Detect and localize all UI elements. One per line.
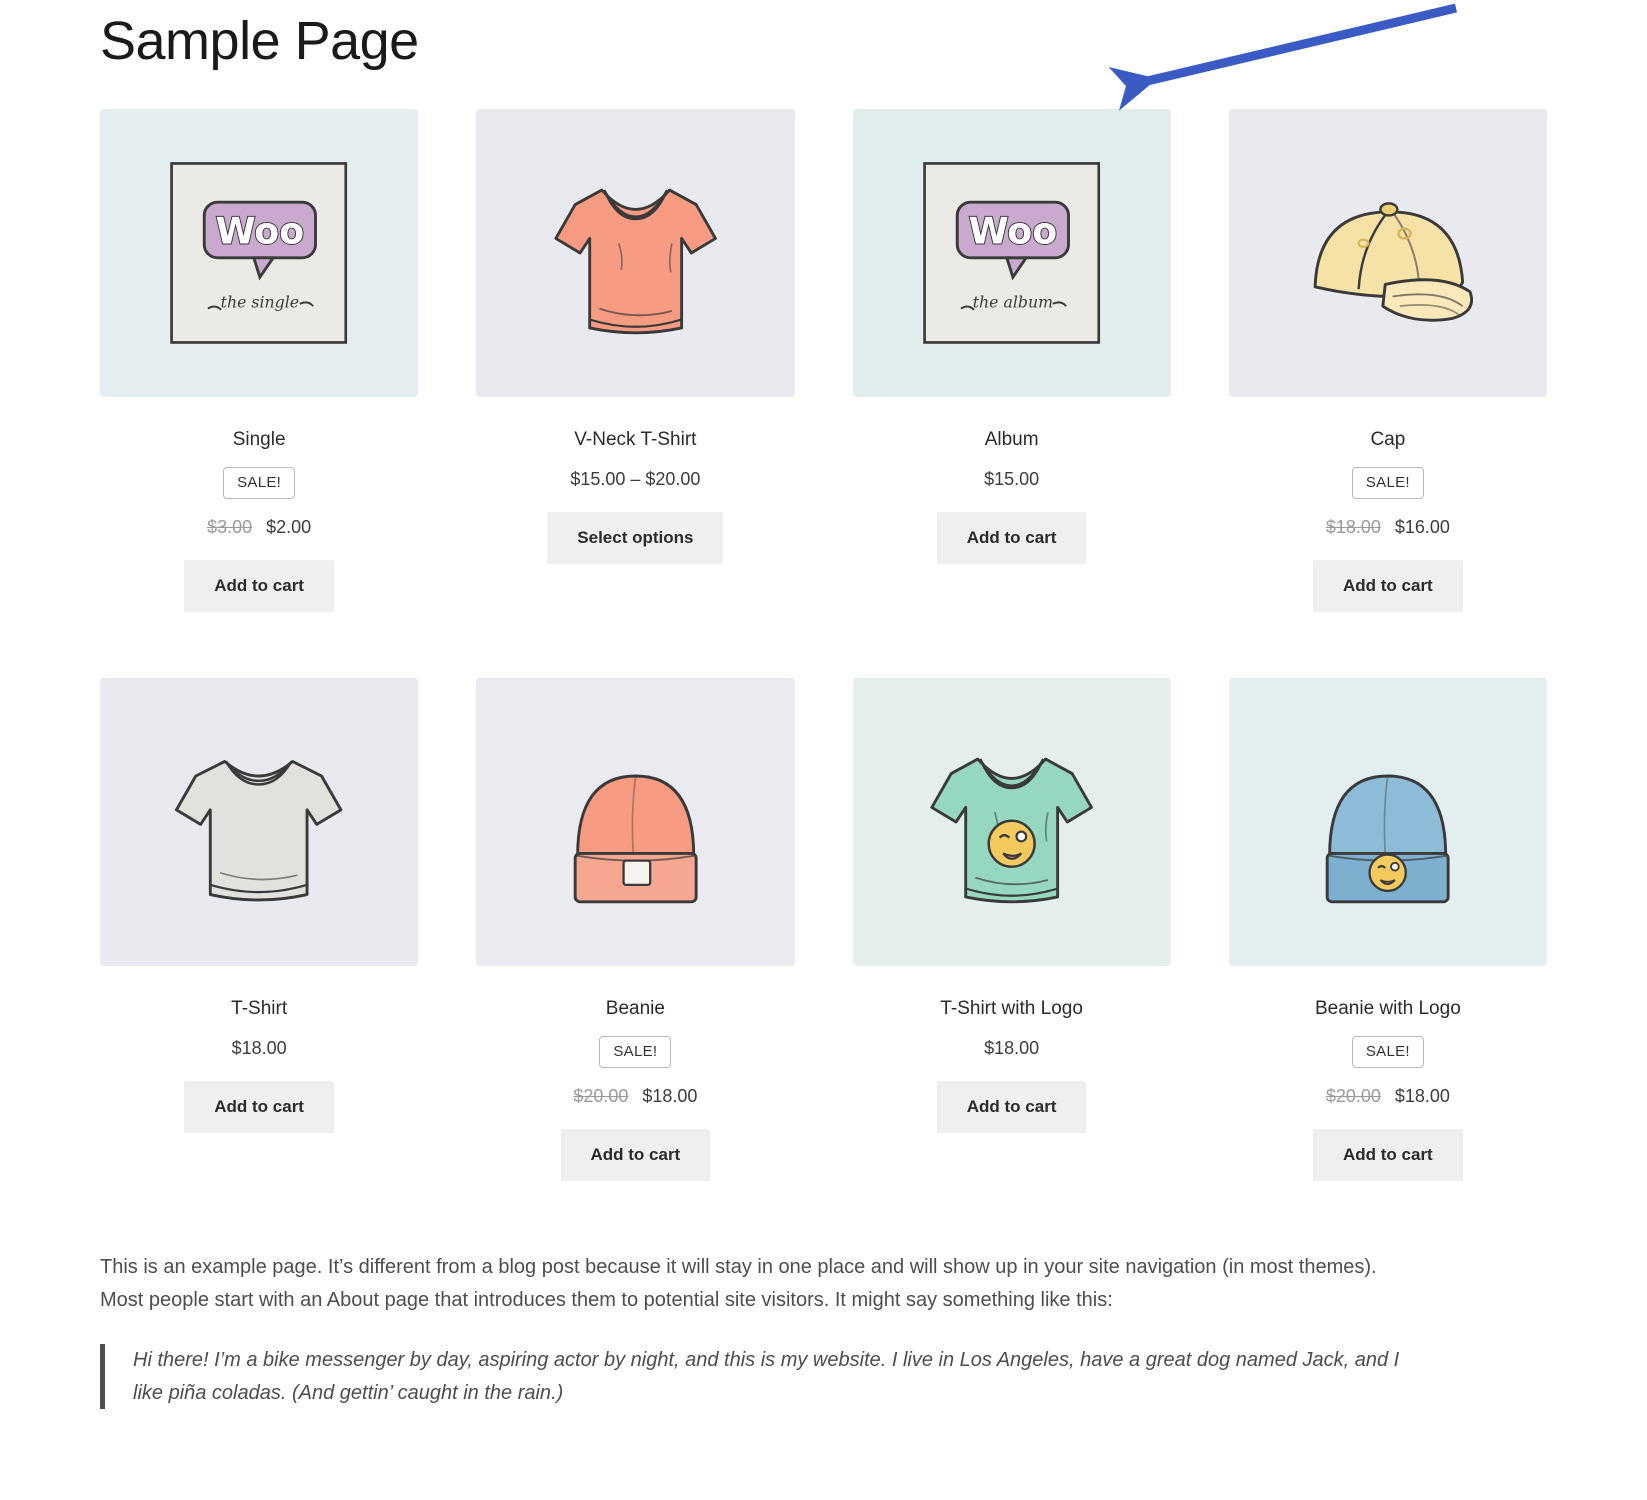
add-to-cart-button[interactable]: Add to cart xyxy=(560,1129,711,1182)
svg-text:Woo: Woo xyxy=(969,210,1058,253)
product-title[interactable]: Album xyxy=(853,429,1171,451)
add-to-cart-button[interactable]: Add to cart xyxy=(1313,560,1463,613)
product-image-vneck-tshirt-coral[interactable] xyxy=(476,109,795,398)
add-to-cart-button[interactable]: Add to cart xyxy=(936,512,1087,565)
product-price: $18.00 xyxy=(853,1038,1171,1059)
product-card: Woo the single Single SALE! $3.00 $2.00 Add … xyxy=(100,109,419,613)
add-to-cart-button[interactable]: Add to cart xyxy=(1313,1129,1463,1182)
intro-paragraph: This is an example page. It’s different … xyxy=(100,1256,1377,1311)
current-price: $15.00 xyxy=(984,469,1040,490)
sale-badge: SALE! xyxy=(223,467,296,500)
product-title[interactable]: T-Shirt xyxy=(100,998,418,1020)
current-price: $18.00 xyxy=(1394,1086,1450,1107)
product-price: $18.00 xyxy=(100,1038,418,1059)
product-price: $3.00 $2.00 xyxy=(100,517,418,538)
add-to-cart-button[interactable]: Add to cart xyxy=(184,560,334,613)
product-image-album-cover[interactable]: Woo the album xyxy=(852,109,1171,398)
product-image-beanie-coral[interactable] xyxy=(476,678,795,967)
original-price: $20.00 xyxy=(1325,1086,1381,1107)
svg-text:the single: the single xyxy=(221,293,299,312)
product-price: $15.00 – $20.00 xyxy=(476,469,794,490)
product-card: Beanie SALE! $20.00 $18.00 Add to cart xyxy=(476,678,795,1182)
current-price: $18.00 xyxy=(984,1038,1040,1059)
original-price: $20.00 xyxy=(573,1086,629,1107)
product-card: Beanie with Logo SALE! $20.00 $18.00 Add to … xyxy=(1228,678,1547,1182)
sale-badge: SALE! xyxy=(1351,467,1424,500)
add-to-cart-button[interactable]: Add to cart xyxy=(184,1081,334,1134)
product-title[interactable]: Single xyxy=(100,429,418,451)
current-price: $2.00 xyxy=(266,517,312,538)
product-image-cap-yellow[interactable] xyxy=(1228,109,1547,398)
product-price: $18.00 $16.00 xyxy=(1229,517,1547,538)
product-image-beanie-blue-logo[interactable] xyxy=(1228,678,1547,967)
product-card: V-Neck T-Shirt $15.00 – $20.00 Select opti… xyxy=(476,109,795,612)
original-price: $3.00 xyxy=(207,517,253,538)
page-title: Sample Page xyxy=(100,11,419,71)
product-image-album-single[interactable]: Woo the single xyxy=(100,109,419,398)
select-options-button[interactable]: Select options xyxy=(547,512,724,565)
product-title[interactable]: V-Neck T-Shirt xyxy=(476,429,794,451)
product-card: Cap SALE! $18.00 $16.00 Add to cart xyxy=(1228,109,1547,613)
add-to-cart-button[interactable]: Add to cart xyxy=(936,1081,1087,1134)
product-title[interactable]: T-Shirt with Logo xyxy=(853,998,1171,1020)
current-price: $16.00 xyxy=(1394,517,1450,538)
page-content: Sample Page Woo the single Single SALE! $3… xyxy=(0,0,1647,1409)
product-title[interactable]: Cap xyxy=(1229,429,1547,451)
current-price: $15.00 – $20.00 xyxy=(570,469,701,490)
sale-badge: SALE! xyxy=(1351,1036,1424,1069)
svg-text:Woo: Woo xyxy=(216,210,305,253)
original-price: $18.00 xyxy=(1325,517,1381,538)
product-card: T-Shirt $18.00 Add to cart xyxy=(100,678,419,1181)
product-image-tshirt-grey[interactable] xyxy=(100,678,419,967)
product-title[interactable]: Beanie with Logo xyxy=(1229,998,1547,1020)
svg-text:the album: the album xyxy=(973,293,1053,312)
product-price: $20.00 $18.00 xyxy=(1229,1086,1547,1107)
current-price: $18.00 xyxy=(642,1086,698,1107)
product-price: $20.00 $18.00 xyxy=(476,1086,794,1107)
product-card: Woo the album Album $15.00 Add to cart xyxy=(852,109,1171,612)
product-image-tshirt-mint-logo[interactable] xyxy=(852,678,1171,967)
product-price: $15.00 xyxy=(853,469,1171,490)
current-price: $18.00 xyxy=(231,1038,287,1059)
product-card: T-Shirt with Logo $18.00 Add to cart xyxy=(852,678,1171,1181)
sample-blockquote: Hi there! I’m a bike messenger by day, a… xyxy=(100,1344,1430,1409)
sale-badge: SALE! xyxy=(599,1036,672,1069)
product-title[interactable]: Beanie xyxy=(476,998,794,1020)
product-grid: Woo the single Single SALE! $3.00 $2.00 Add … xyxy=(100,109,1547,1182)
